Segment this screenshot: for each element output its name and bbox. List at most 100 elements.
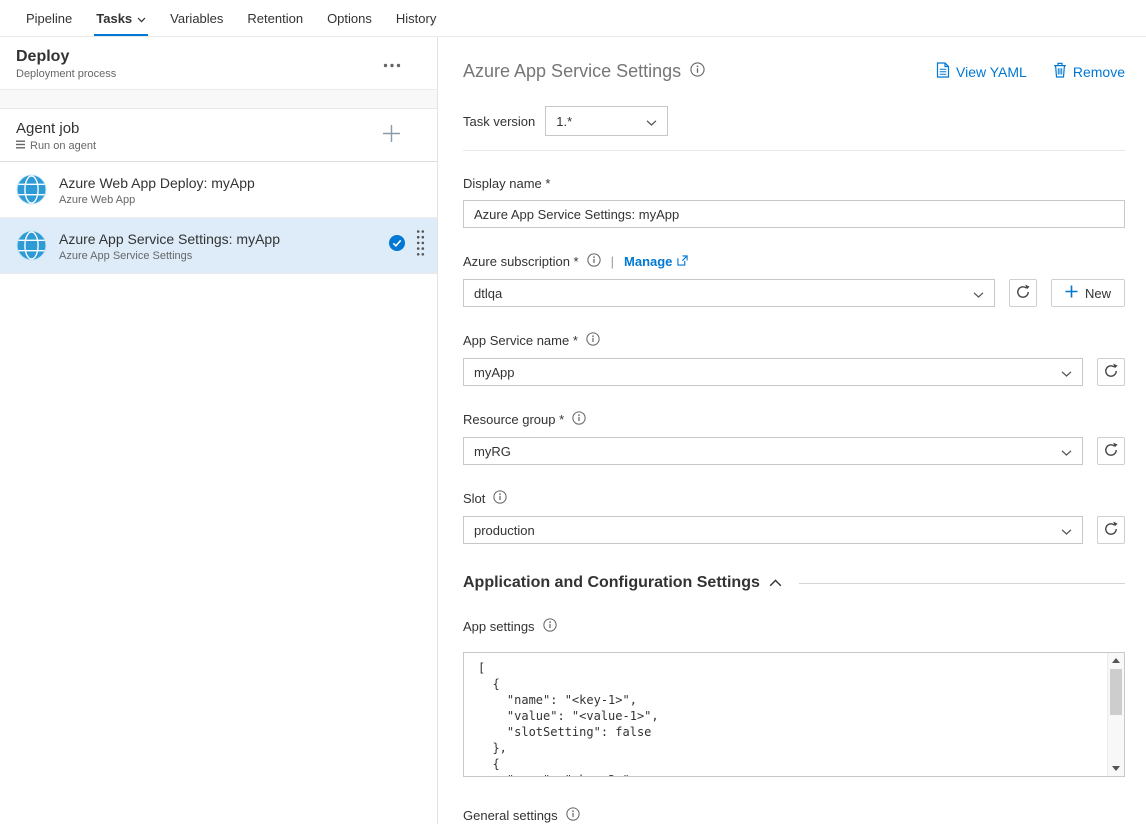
agent-job-header[interactable]: Agent job Run on agent — [0, 109, 437, 162]
refresh-resource-group-button[interactable] — [1097, 437, 1125, 465]
azure-subscription-value: dtlqa — [474, 286, 502, 301]
scrollbar-thumb[interactable] — [1110, 669, 1122, 715]
chevron-up-icon — [769, 574, 782, 592]
ellipsis-icon — [383, 56, 401, 71]
app-settings-label: App settings — [463, 619, 535, 634]
divider — [463, 150, 1125, 151]
tab-pipeline[interactable]: Pipeline — [14, 0, 84, 36]
slot-field-group: Slot production — [463, 490, 1125, 544]
tab-pipeline-label: Pipeline — [26, 11, 72, 26]
tab-retention-label: Retention — [247, 11, 303, 26]
chevron-down-icon — [1061, 365, 1072, 380]
process-header-text: Deploy Deployment process — [16, 47, 116, 80]
resource-group-select[interactable]: myRG — [463, 437, 1083, 465]
refresh-app-service-button[interactable] — [1097, 358, 1125, 386]
add-task-button[interactable] — [380, 122, 403, 148]
agent-job-title: Agent job — [16, 119, 96, 138]
agent-job-subtitle: Run on agent — [30, 140, 96, 152]
task-subtitle: Azure Web App — [59, 194, 425, 206]
scrollbar-track[interactable] — [1108, 668, 1124, 761]
tab-tasks[interactable]: Tasks — [84, 0, 158, 36]
azure-subscription-label: Azure subscription * — [463, 254, 579, 269]
remove-button[interactable]: Remove — [1053, 62, 1125, 81]
task-title: Azure Web App Deploy: myApp — [59, 174, 425, 192]
refresh-icon — [1015, 284, 1031, 303]
app-service-name-field-group: App Service name * myApp — [463, 332, 1125, 386]
resource-group-field-group: Resource group * myRG — [463, 411, 1125, 465]
tab-options[interactable]: Options — [315, 0, 384, 36]
task-settings-panel: Azure App Service Settings View YAML Rem… — [438, 37, 1146, 824]
page-title: Azure App Service Settings — [463, 61, 681, 82]
agent-job-text: Agent job Run on agent — [16, 119, 96, 152]
info-icon[interactable] — [493, 490, 507, 507]
slot-select[interactable]: production — [463, 516, 1083, 544]
general-settings-label: General settings — [463, 808, 558, 823]
display-name-field-group: Display name * — [463, 176, 1125, 228]
agent-icon — [16, 140, 25, 152]
azure-subscription-field-group: Azure subscription * | Manage dtlqa — [463, 253, 1125, 307]
chevron-down-icon — [1061, 444, 1072, 459]
drag-grip-icon[interactable] — [416, 229, 425, 262]
general-settings-label-row: General settings — [463, 807, 1125, 824]
task-title: Azure App Service Settings: myApp — [59, 230, 377, 248]
more-options-button[interactable] — [377, 52, 407, 75]
task-text: Azure App Service Settings: myApp Azure … — [59, 230, 377, 262]
app-settings-label-row: App settings — [463, 618, 1125, 635]
task-version-select[interactable]: 1.* — [545, 106, 668, 136]
tab-options-label: Options — [327, 11, 372, 26]
info-icon[interactable] — [566, 807, 580, 824]
process-subtitle: Deployment process — [16, 68, 116, 80]
azure-subscription-select[interactable]: dtlqa — [463, 279, 995, 307]
info-icon[interactable] — [543, 618, 557, 635]
new-subscription-button[interactable]: New — [1051, 279, 1125, 307]
view-yaml-button[interactable]: View YAML — [936, 62, 1027, 81]
vertical-scrollbar[interactable] — [1107, 653, 1124, 776]
info-icon[interactable] — [587, 253, 601, 270]
app-service-name-select[interactable]: myApp — [463, 358, 1083, 386]
separator: | — [611, 254, 614, 269]
tab-history[interactable]: History — [384, 0, 448, 36]
info-icon[interactable] — [572, 411, 586, 428]
app-service-name-label: App Service name * — [463, 333, 578, 348]
display-name-input[interactable] — [463, 200, 1125, 228]
selected-check-icon — [389, 235, 405, 256]
refresh-icon — [1103, 442, 1119, 461]
external-link-icon — [677, 254, 688, 269]
refresh-icon — [1103, 521, 1119, 540]
app-settings-content[interactable]: [ { "name": "<key-1>", "value": "<value-… — [464, 653, 1107, 776]
refresh-slot-button[interactable] — [1097, 516, 1125, 544]
plus-icon — [1065, 285, 1078, 301]
refresh-icon — [1103, 363, 1119, 382]
manage-link[interactable]: Manage — [624, 254, 688, 269]
info-icon[interactable] — [586, 332, 600, 349]
azure-app-service-settings-icon — [16, 230, 47, 261]
chevron-down-icon — [646, 114, 657, 129]
chevron-down-icon — [1061, 523, 1072, 538]
scroll-up-arrow-icon[interactable] — [1108, 653, 1125, 668]
chevron-down-icon — [137, 11, 146, 26]
resource-group-value: myRG — [474, 444, 511, 459]
plus-icon — [382, 131, 401, 146]
tab-variables-label: Variables — [170, 11, 223, 26]
process-title: Deploy — [16, 47, 116, 67]
app-settings-editor[interactable]: [ { "name": "<key-1>", "value": "<value-… — [463, 652, 1125, 777]
task-subtitle: Azure App Service Settings — [59, 250, 377, 262]
view-yaml-label: View YAML — [956, 64, 1027, 80]
new-label: New — [1085, 286, 1111, 301]
task-version-label: Task version — [463, 114, 535, 129]
tab-retention[interactable]: Retention — [235, 0, 315, 36]
section-rule — [799, 583, 1125, 584]
section-title: Application and Configuration Settings — [463, 574, 760, 592]
refresh-subscription-button[interactable] — [1009, 279, 1037, 307]
info-icon[interactable] — [690, 62, 705, 82]
task-item-azure-web-app-deploy[interactable]: Azure Web App Deploy: myApp Azure Web Ap… — [0, 162, 437, 218]
chevron-down-icon — [973, 286, 984, 301]
tab-history-label: History — [396, 11, 436, 26]
task-item-azure-app-service-settings[interactable]: Azure App Service Settings: myApp Azure … — [0, 218, 437, 274]
slot-label: Slot — [463, 491, 485, 506]
scroll-down-arrow-icon[interactable] — [1108, 761, 1125, 776]
yaml-document-icon — [936, 62, 950, 81]
tab-variables[interactable]: Variables — [158, 0, 235, 36]
application-configuration-section-header[interactable]: Application and Configuration Settings — [463, 574, 1125, 592]
process-header[interactable]: Deploy Deployment process — [0, 37, 437, 90]
